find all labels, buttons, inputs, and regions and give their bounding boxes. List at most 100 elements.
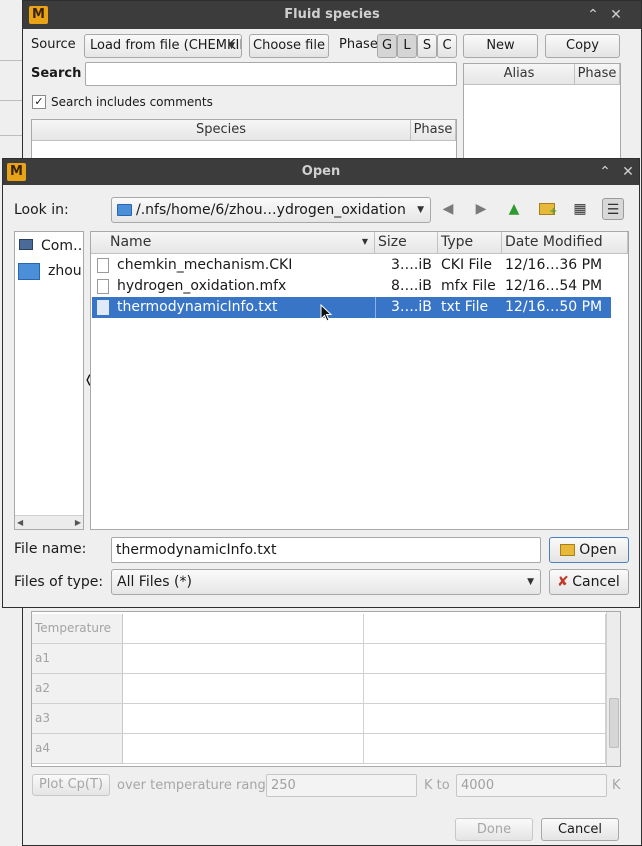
sort-indicator-icon: ▼ xyxy=(361,237,368,246)
file-name-input[interactable]: thermodynamicInfo.txt xyxy=(111,537,541,563)
search-label: Search xyxy=(31,66,82,81)
param-cell[interactable] xyxy=(364,704,606,734)
temp-to-input[interactable]: 4000 xyxy=(456,774,607,797)
computer-icon xyxy=(19,239,33,250)
close-icon[interactable]: ✕ xyxy=(620,164,636,180)
phase-c-button[interactable]: C xyxy=(437,34,457,58)
cancel-open-label: Cancel xyxy=(572,574,620,590)
alias-phase-column-header[interactable]: Phase xyxy=(575,64,620,85)
folder-icon xyxy=(18,263,40,280)
back-icon[interactable]: ◀ xyxy=(437,198,459,220)
param-cell[interactable] xyxy=(364,734,606,764)
source-select[interactable]: Load from file (CHEMKIN) ▼ xyxy=(84,34,242,58)
file-name: chemkin_mechanism.CKI xyxy=(117,257,293,273)
scroll-right-icon[interactable]: ▶ xyxy=(75,516,81,529)
open-dialog-titlebar[interactable]: Open xyxy=(3,159,639,185)
param-cell[interactable] xyxy=(364,614,606,644)
species-table[interactable]: Species Phase xyxy=(31,119,457,159)
file-icon xyxy=(97,279,109,294)
minimize-icon[interactable]: ⌃ xyxy=(597,164,613,180)
files-of-type-select[interactable]: All Files (*) ▼ xyxy=(111,569,541,595)
source-value: Load from file (CHEMKIN) xyxy=(90,38,242,53)
type-column-header[interactable]: Type xyxy=(438,232,502,254)
param-cell[interactable] xyxy=(364,674,606,704)
sidebar-hscrollbar[interactable]: ◀ ▶ xyxy=(15,515,83,529)
phase-label: Phase xyxy=(339,37,378,52)
copy-button[interactable]: Copy xyxy=(545,34,620,58)
param-cell[interactable] xyxy=(123,614,364,644)
new-button[interactable]: New xyxy=(463,34,538,58)
alias-column-header[interactable]: Alias xyxy=(464,64,575,85)
sidebar-item-computer[interactable]: Com… xyxy=(17,236,83,256)
alias-table[interactable]: Alias Phase xyxy=(463,63,621,163)
param-cell[interactable] xyxy=(123,644,364,674)
fluid-species-title: Fluid species xyxy=(284,7,380,22)
param-cell[interactable] xyxy=(123,734,364,764)
param-row-header: a1 xyxy=(32,644,123,674)
scroll-left-icon[interactable]: ◀ xyxy=(17,516,23,529)
places-sidebar[interactable]: Com… zhou ◀ ▶ xyxy=(14,231,84,530)
species-column-header[interactable]: Species xyxy=(32,120,411,141)
list-view-icon[interactable]: ▦ xyxy=(569,198,591,220)
source-label: Source xyxy=(31,37,76,52)
file-icon xyxy=(97,300,109,315)
file-name-label: File name: xyxy=(14,541,87,557)
sidebar-item-home[interactable]: zhou xyxy=(17,260,83,282)
name-column-header[interactable]: Name ▼ xyxy=(91,232,375,254)
sidebar-item-label: zhou xyxy=(48,263,82,279)
file-list[interactable]: Name ▼ Size Type Date Modified chemkin_m… xyxy=(90,231,629,530)
param-row-header: a4 xyxy=(32,734,123,764)
detail-view-icon[interactable]: ☰ xyxy=(602,198,624,220)
param-cell[interactable] xyxy=(123,674,364,704)
file-row-selected[interactable]: thermodynamicInfo.txt 3….iB txt File 12/… xyxy=(92,297,611,318)
file-type: mfx File xyxy=(441,278,496,294)
open-dialog-title: Open xyxy=(301,164,341,179)
parent-dir-icon[interactable]: ▲ xyxy=(503,198,525,220)
new-folder-icon[interactable]: + xyxy=(536,198,558,220)
chevron-down-icon: ▼ xyxy=(228,41,235,51)
param-row-header: a3 xyxy=(32,704,123,734)
params-scrollbar[interactable] xyxy=(606,612,620,766)
param-cell[interactable] xyxy=(123,704,364,734)
minimize-icon[interactable]: ⌃ xyxy=(585,7,601,23)
file-icon xyxy=(97,258,109,273)
close-icon[interactable]: ✕ xyxy=(608,7,624,23)
search-input[interactable] xyxy=(85,62,457,86)
file-name: hydrogen_oxidation.mfx xyxy=(117,278,287,294)
fluid-species-titlebar[interactable]: Fluid species xyxy=(23,1,641,29)
temp-from-input[interactable]: 250 xyxy=(266,774,417,797)
column-divider xyxy=(375,297,376,318)
done-button[interactable]: Done xyxy=(455,818,533,841)
plot-cp-button[interactable]: Plot Cp(T) xyxy=(32,774,110,796)
phase-g-button[interactable]: G xyxy=(377,34,397,58)
params-scrollbar-thumb[interactable] xyxy=(609,698,619,748)
file-name: thermodynamicInfo.txt xyxy=(117,299,278,315)
forward-icon[interactable]: ▶ xyxy=(470,198,492,220)
choose-file-button[interactable]: Choose file xyxy=(249,34,329,58)
open-button[interactable]: Open xyxy=(549,537,629,563)
background-window-edge xyxy=(0,100,22,101)
chevron-down-icon: ▼ xyxy=(527,577,534,587)
look-in-select[interactable]: /.nfs/home/6/zhou…ydrogen_oxidation ▼ xyxy=(111,197,431,223)
param-cell[interactable] xyxy=(364,644,606,674)
species-phase-column-header[interactable]: Phase xyxy=(411,120,456,141)
phase-l-button[interactable]: L xyxy=(397,34,417,58)
background-window-edge xyxy=(0,135,22,136)
file-size: 3….iB xyxy=(391,299,432,315)
file-date: 12/16…36 PM xyxy=(505,257,603,273)
file-row[interactable]: hydrogen_oxidation.mfx 8….iB mfx File 12… xyxy=(92,276,611,297)
size-column-header[interactable]: Size xyxy=(375,232,438,254)
file-date: 12/16…54 PM xyxy=(505,278,603,294)
cancel-open-button[interactable]: ✘ Cancel xyxy=(549,569,629,595)
file-row[interactable]: chemkin_mechanism.CKI 3….iB CKI File 12/… xyxy=(92,255,611,276)
phase-s-button[interactable]: S xyxy=(417,34,437,58)
close-icon: ✘ xyxy=(557,574,569,590)
date-column-header[interactable]: Date Modified xyxy=(502,232,628,254)
files-of-type-value: All Files (*) xyxy=(117,574,192,590)
thermo-params-table[interactable]: Temperature a1 a2 a3 a4 xyxy=(31,611,621,767)
file-date: 12/16…50 PM xyxy=(505,299,603,315)
cancel-button[interactable]: Cancel xyxy=(541,818,619,841)
param-row-header: a2 xyxy=(32,674,123,704)
checkbox-checked-icon[interactable]: ✓ xyxy=(32,95,46,109)
param-row-header: Temperature xyxy=(32,614,123,644)
